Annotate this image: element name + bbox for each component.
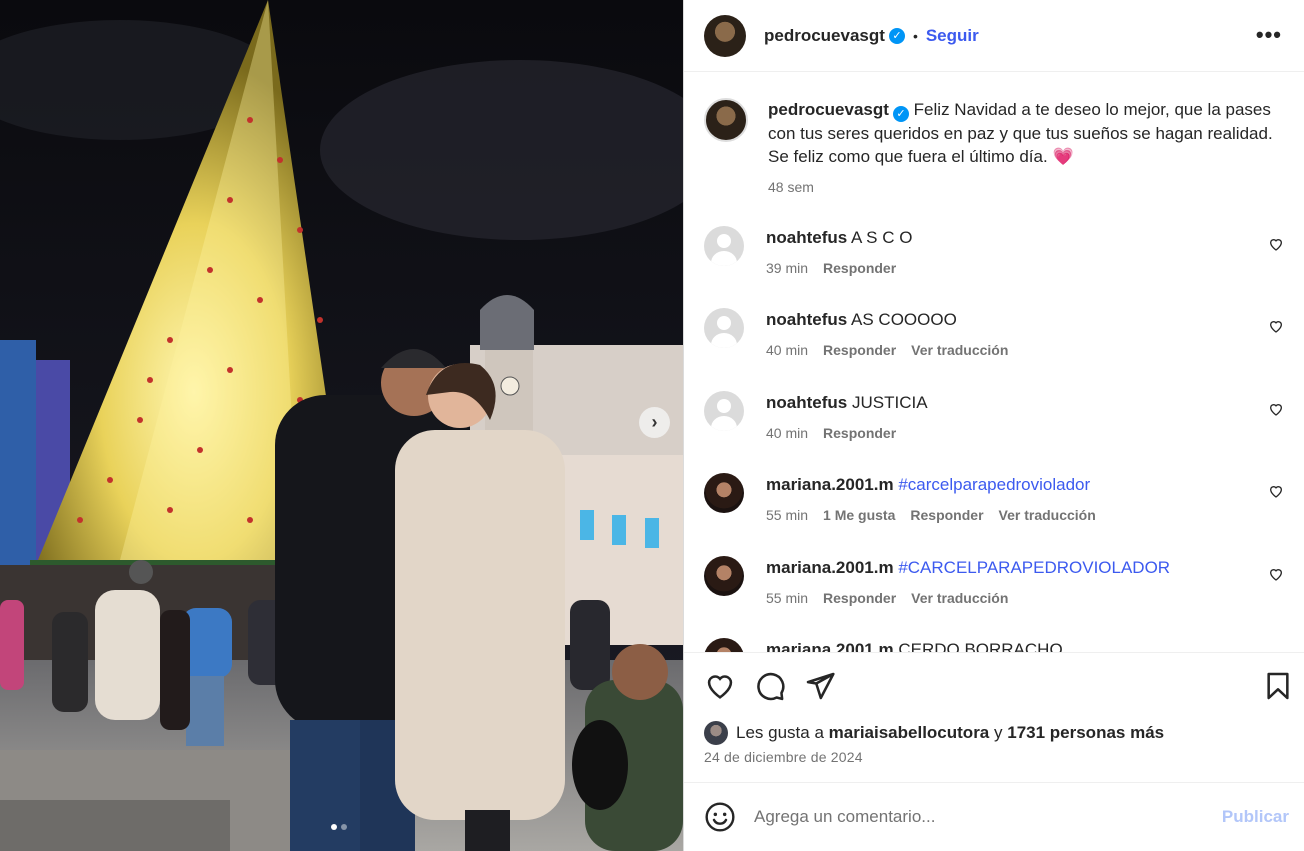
comment-input[interactable] (754, 807, 1194, 827)
comment-time[interactable]: 40 min (766, 422, 808, 445)
comment-time[interactable]: 55 min (766, 587, 808, 610)
comment-text: AS COOOOO (851, 310, 957, 329)
comment-item: noahtefus A S C O 39 min Responder (704, 226, 1284, 280)
heart-outline-icon[interactable] (1268, 483, 1284, 499)
emoji-smile-icon[interactable] (704, 801, 736, 833)
post-date[interactable]: 24 de diciembre de 2024 (704, 749, 863, 765)
comment-username[interactable]: noahtefus (766, 228, 847, 247)
caption-time[interactable]: 48 sem (768, 176, 814, 199)
comment-item: mariana.2001.m CERDO BORRACHO (704, 638, 1284, 652)
reply-button[interactable]: Responder (823, 587, 896, 610)
follow-button[interactable]: Seguir (926, 26, 979, 46)
author-username[interactable]: pedrocuevasgt (764, 26, 885, 46)
default-avatar-icon[interactable] (704, 226, 744, 266)
comment-text: CERDO BORRACHO (898, 640, 1063, 652)
likes-count-link[interactable]: 1731 personas más (1007, 723, 1164, 743)
chevron-right-icon: › (651, 412, 658, 432)
commenter-avatar[interactable] (704, 556, 744, 596)
liker-username[interactable]: mariaisabellocutora (829, 723, 990, 743)
comment-text: JUSTICIA (851, 393, 928, 412)
comment-item: mariana.2001.m #CARCELPARAPEDROVIOLADOR … (704, 556, 1284, 610)
comment-username[interactable]: noahtefus (766, 393, 847, 412)
carousel-indicator (331, 824, 347, 830)
reply-button[interactable]: Responder (823, 422, 896, 445)
more-horizontal-icon[interactable]: ••• (1256, 22, 1282, 48)
liker-avatar[interactable] (704, 721, 728, 745)
translate-button[interactable]: Ver traducción (999, 504, 1096, 527)
default-avatar-icon[interactable] (704, 308, 744, 348)
comment-hashtag-link[interactable]: #carcelparapedroviolador (898, 475, 1090, 494)
reply-button[interactable]: Responder (823, 339, 896, 362)
comment-username[interactable]: mariana.2001.m (766, 558, 894, 577)
default-avatar-icon[interactable] (704, 391, 744, 431)
comment-time[interactable]: 55 min (766, 504, 808, 527)
comments-list[interactable]: pedrocuevasgt ✓ Feliz Navidad a te deseo … (684, 72, 1304, 652)
translate-button[interactable]: Ver traducción (911, 339, 1008, 362)
heart-outline-icon[interactable] (1268, 566, 1284, 582)
comment-composer: Publicar (684, 783, 1304, 851)
post-photo[interactable]: › (0, 0, 683, 851)
commenter-avatar[interactable] (704, 638, 744, 652)
verified-badge-icon: ✓ (888, 27, 905, 44)
bookmark-icon[interactable] (1262, 670, 1294, 702)
carousel-dot-active (331, 824, 337, 830)
comment-item: noahtefus AS COOOOO 40 min Responder Ver… (704, 308, 1284, 362)
caption-username[interactable]: pedrocuevasgt (768, 100, 889, 119)
action-bar: Les gusta a mariaisabellocutora y 1731 p… (684, 652, 1304, 783)
comment-bubble-icon[interactable] (754, 670, 786, 702)
post-sidebar: pedrocuevasgt ✓ • Seguir ••• pedrocuevas… (683, 0, 1304, 851)
caption: pedrocuevasgt ✓ Feliz Navidad a te deseo … (704, 98, 1284, 199)
translate-button[interactable]: Ver traducción (911, 587, 1008, 610)
author-avatar[interactable] (704, 98, 748, 142)
comment-username[interactable]: mariana.2001.m (766, 475, 894, 494)
carousel-next-button[interactable]: › (639, 407, 670, 438)
verified-badge-icon: ✓ (892, 106, 909, 122)
comment-text: A S C O (851, 228, 913, 247)
likes-joiner: y (994, 723, 1003, 742)
reply-button[interactable]: Responder (823, 257, 896, 280)
separator: • (912, 27, 918, 44)
author-avatar[interactable] (704, 14, 746, 57)
heart-outline-icon[interactable] (1268, 401, 1284, 417)
heart-emoji: 💗 (1052, 147, 1074, 166)
comment-item: noahtefus JUSTICIA 40 min Responder (704, 391, 1284, 445)
like-heart-icon[interactable] (704, 670, 736, 702)
heart-outline-icon[interactable] (1268, 236, 1284, 252)
likes-count-button[interactable]: 1 Me gusta (823, 504, 895, 527)
comment-hashtag-link[interactable]: #CARCELPARAPEDROVIOLADOR (898, 558, 1170, 577)
comment-item: mariana.2001.m #carcelparapedroviolador … (704, 473, 1284, 527)
likes-prefix: Les gusta a (736, 723, 824, 742)
comment-username[interactable]: mariana.2001.m (766, 640, 894, 652)
carousel-dot (341, 824, 347, 830)
comment-time[interactable]: 39 min (766, 257, 808, 280)
comment-time[interactable]: 40 min (766, 339, 808, 362)
likes-summary: Les gusta a mariaisabellocutora y 1731 p… (704, 721, 1164, 745)
reply-button[interactable]: Responder (910, 504, 983, 527)
christmas-photo (0, 0, 683, 851)
heart-outline-icon[interactable] (1268, 318, 1284, 334)
comment-username[interactable]: noahtefus (766, 310, 847, 329)
commenter-avatar[interactable] (704, 473, 744, 513)
share-send-icon[interactable] (804, 670, 836, 702)
post-header: pedrocuevasgt ✓ • Seguir ••• (684, 0, 1304, 72)
publish-button[interactable]: Publicar (1222, 807, 1289, 827)
